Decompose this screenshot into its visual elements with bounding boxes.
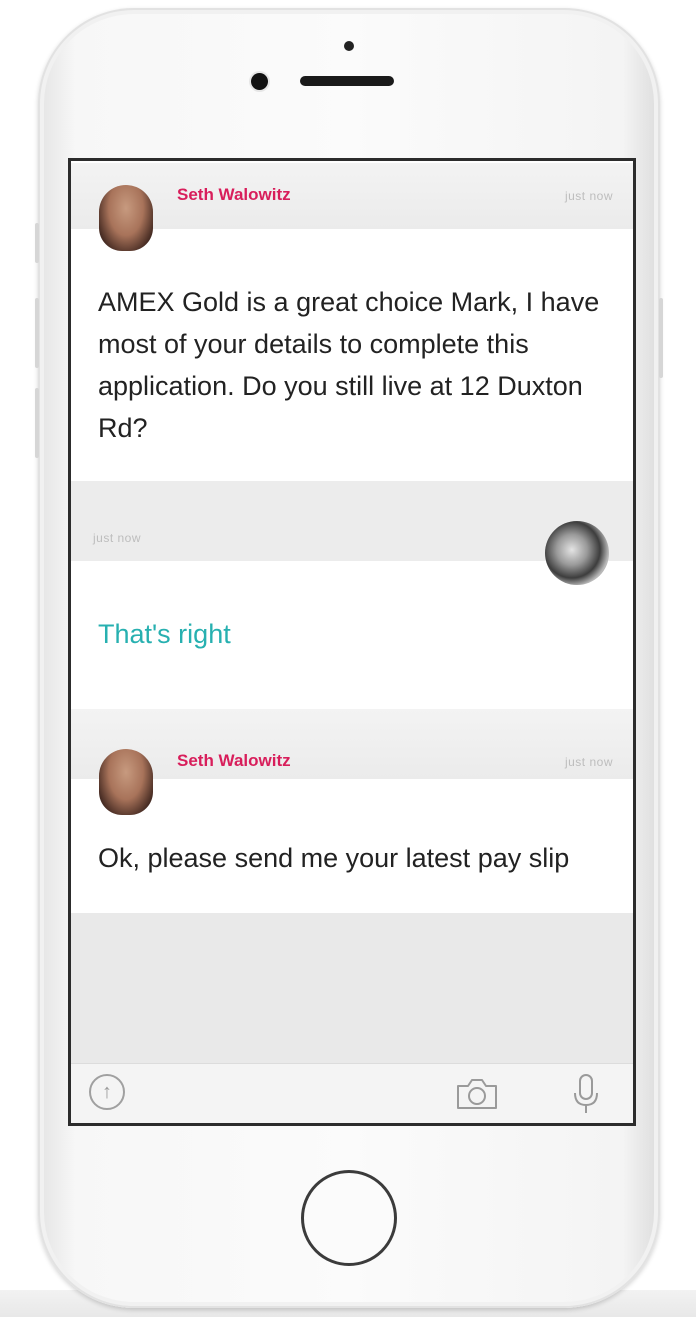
power-button (659, 298, 663, 378)
composer-toolbar: ↑ (71, 1063, 633, 1123)
message-text: AMEX Gold is a great choice Mark, I have… (98, 281, 599, 449)
microphone-icon[interactable] (571, 1073, 601, 1115)
sender-name: Seth Walowitz (177, 751, 291, 770)
agent-avatar (99, 749, 153, 815)
user-avatar (545, 521, 609, 585)
earpiece-speaker (300, 76, 394, 86)
message-time: just now (93, 531, 142, 545)
message-line: application. Do you still live at 12 Dux… (98, 371, 583, 401)
upload-icon[interactable]: ↑ (89, 1074, 125, 1110)
message-line: AMEX Gold is a great choice Mark, I have (98, 287, 600, 317)
sender-name: Seth Walowitz (177, 185, 291, 204)
message-text: Ok, please send me your latest pay slip (98, 837, 569, 879)
mute-switch (35, 223, 39, 263)
message-header: Seth Walowitz just now (71, 163, 633, 251)
message-time: just now (564, 189, 613, 203)
volume-up-button (35, 298, 39, 368)
proximity-sensor (344, 41, 354, 51)
home-button[interactable] (301, 1170, 397, 1266)
empty-chat-area (71, 913, 633, 1063)
phone-frame: Seth Walowitz just now AMEX Gold is a gr… (35, 8, 663, 1308)
message-text: That's right (98, 613, 231, 655)
chat-screen: Seth Walowitz just now AMEX Gold is a gr… (68, 158, 636, 1126)
agent-avatar (99, 185, 153, 251)
message-time: just now (564, 755, 613, 769)
message-line: That's right (98, 619, 231, 649)
message-line: Rd? (98, 413, 148, 443)
camera-icon[interactable] (455, 1077, 499, 1111)
front-camera (251, 73, 268, 90)
message-line: Ok, please send me your latest pay slip (98, 843, 570, 873)
volume-down-button (35, 388, 39, 458)
message-header: Seth Walowitz just now (71, 709, 633, 815)
message-line: most of your details to complete this (98, 329, 529, 359)
